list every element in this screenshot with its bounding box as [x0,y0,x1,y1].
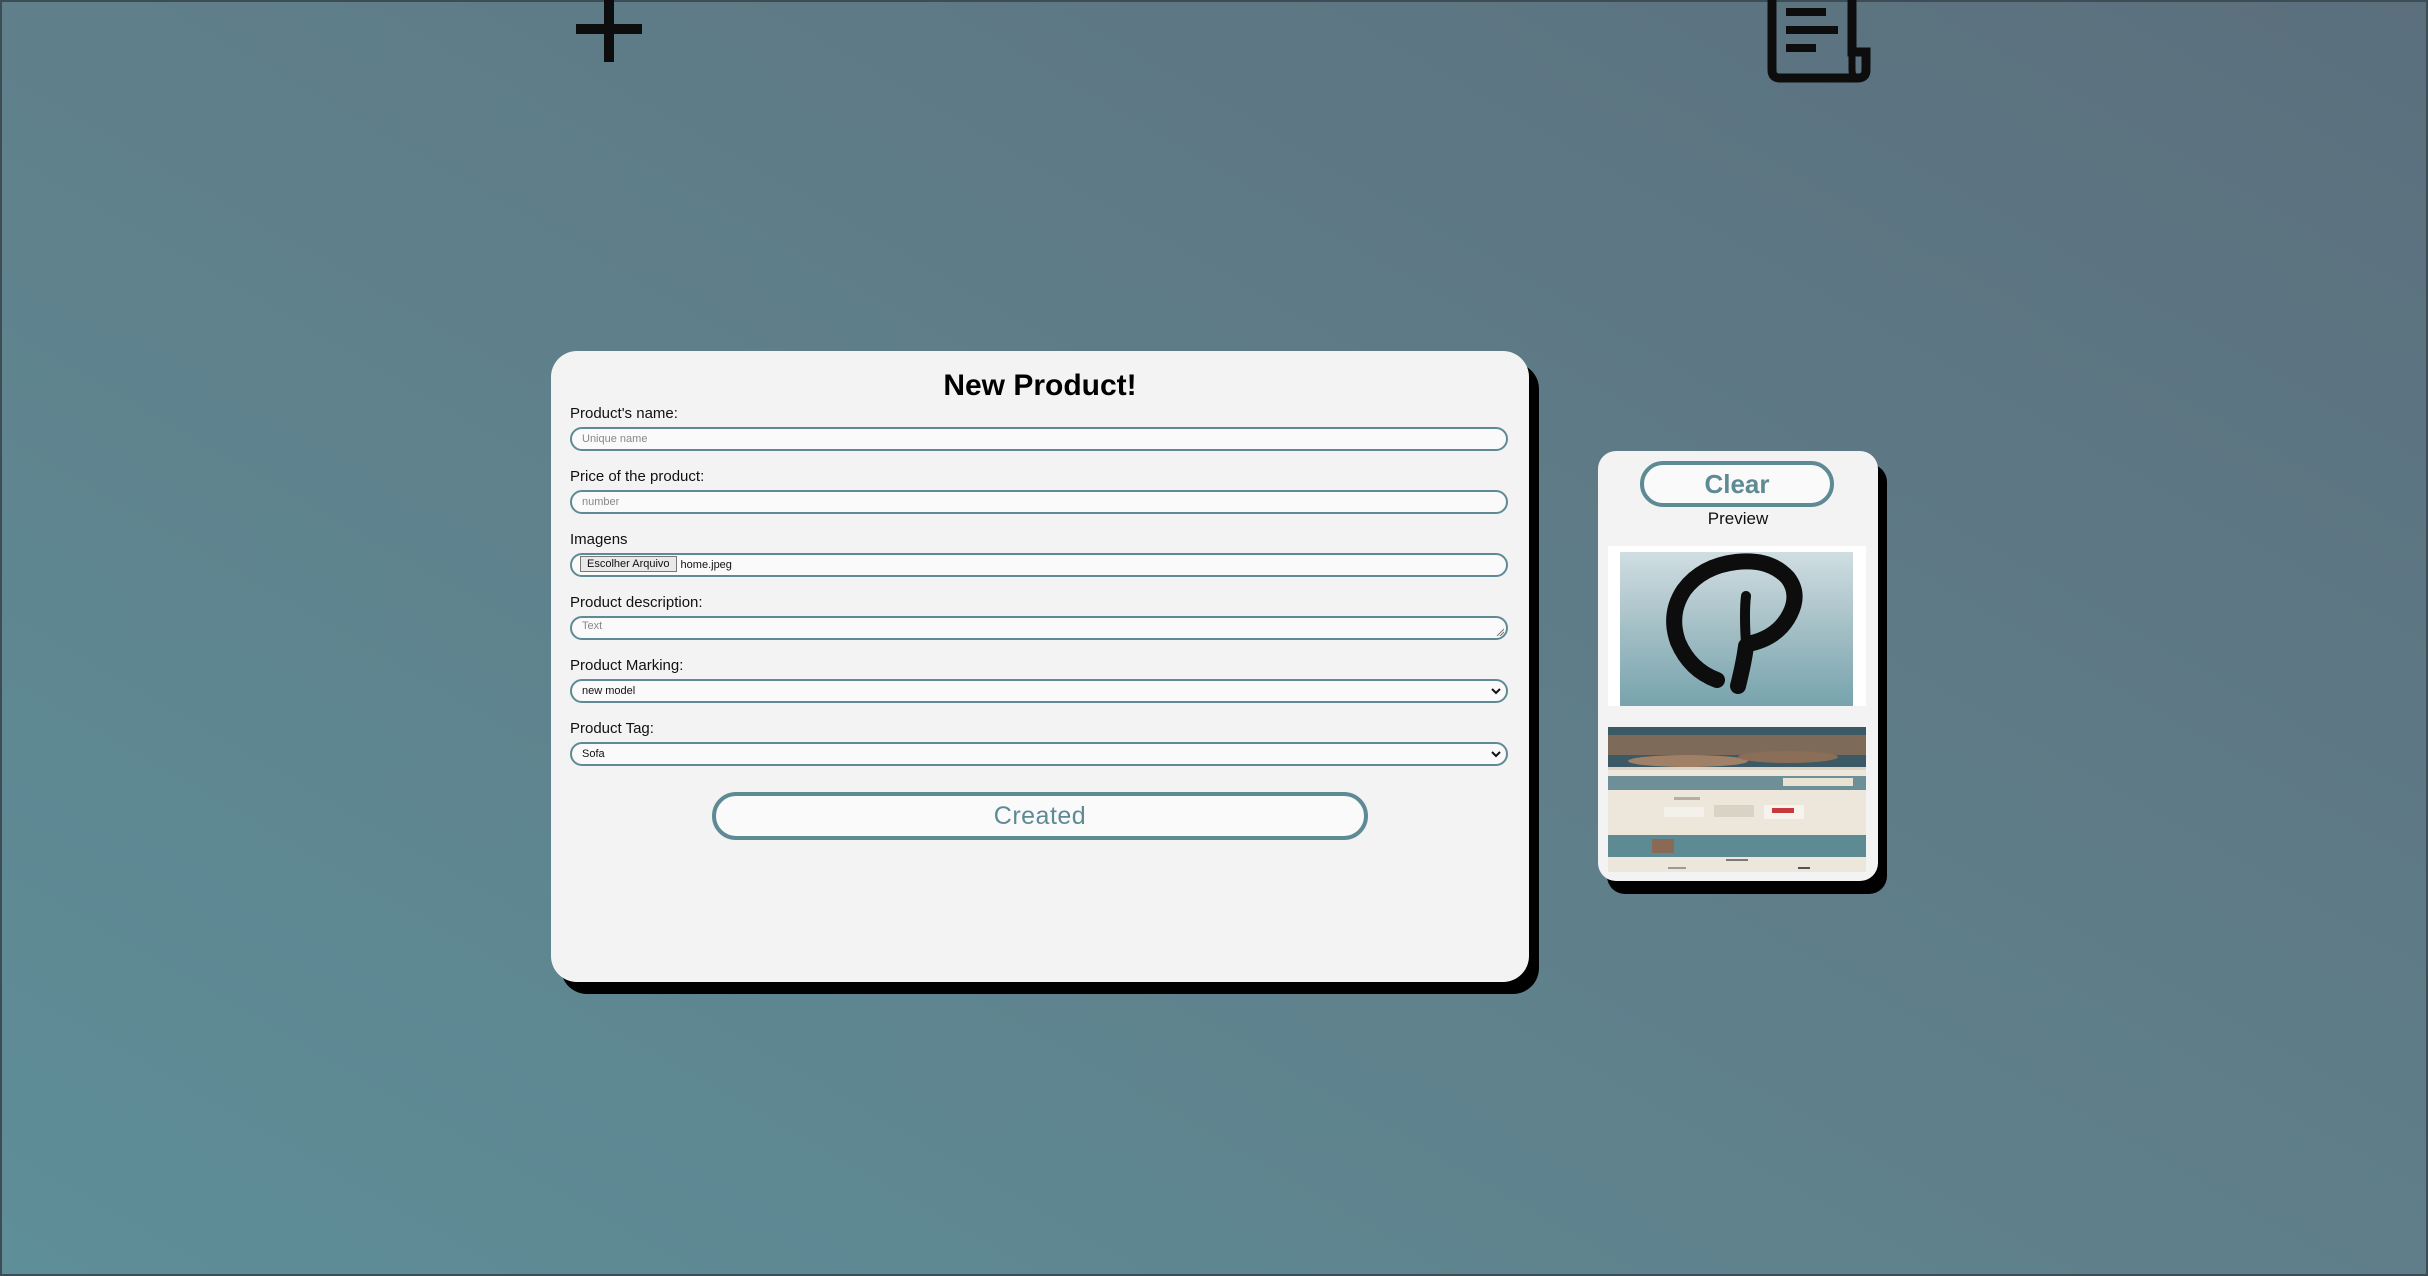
images-label: Imagens [570,531,628,548]
marking-value: new model [582,685,636,697]
marking-select[interactable]: new model [570,679,1508,703]
price-input[interactable]: number [570,490,1508,514]
choose-file-button[interactable]: Escolher Arquivo [580,556,677,572]
marking-label: Product Marking: [570,657,684,674]
tag-value: Sofa [582,748,605,760]
new-product-card: New Product! Product's name: Unique name… [551,351,1529,982]
chevron-down-icon [1491,688,1501,695]
document-icon[interactable] [1764,0,1874,84]
p-logo-icon [1666,553,1803,694]
page-title: New Product! [943,369,1137,402]
tag-select[interactable]: Sofa [570,742,1508,766]
preview-card: Clear Preview [1598,451,1878,881]
website-thumbnail [1608,727,1866,872]
product-name-input[interactable]: Unique name [570,427,1508,451]
price-label: Price of the product: [570,468,705,485]
resize-grip-icon[interactable] [1496,628,1504,636]
logo-image [1620,552,1853,706]
selected-file-name: home.jpeg [680,559,732,571]
description-textarea[interactable]: Text [570,616,1508,640]
price-placeholder: number [582,496,620,508]
product-name-label: Product's name: [570,405,678,422]
description-placeholder: Text [582,620,603,632]
clear-button[interactable]: Clear [1640,461,1834,507]
preview-image-logo [1608,546,1866,706]
product-name-placeholder: Unique name [582,433,648,445]
plus-icon[interactable] [576,0,642,62]
chevron-down-icon [1491,751,1501,758]
images-file-input[interactable]: Escolher Arquivo home.jpeg [570,553,1508,577]
created-button[interactable]: Created [712,792,1368,840]
preview-title: Preview [1707,509,1769,528]
tag-label: Product Tag: [570,720,654,737]
preview-image-screenshot [1608,727,1866,872]
description-label: Product description: [570,594,703,611]
